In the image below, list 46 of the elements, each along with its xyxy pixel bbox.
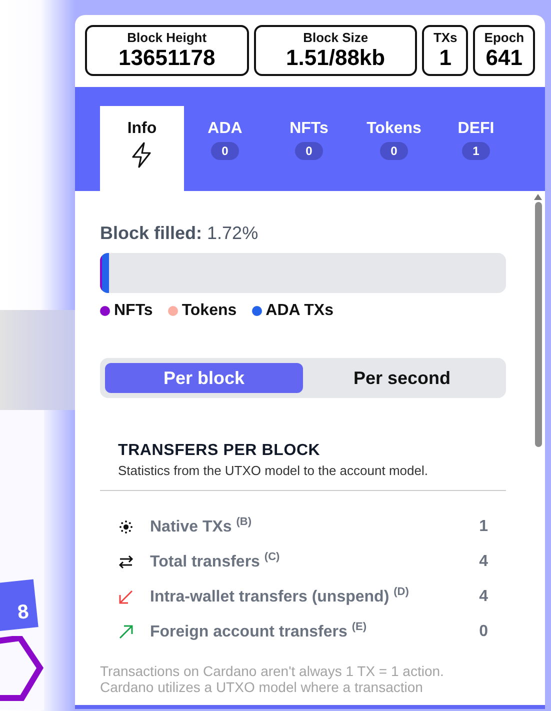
legend-label: Tokens: [182, 302, 237, 320]
tab[interactable]: NFTs 0: [266, 106, 352, 191]
stat-row-value: 4: [479, 552, 488, 570]
count-badge: 0: [210, 142, 240, 160]
stat-row-label: Foreign account transfers $^{(E)}$: [150, 621, 368, 642]
tab[interactable]: Tokens 0: [352, 106, 436, 191]
count-badge: 1: [462, 142, 490, 160]
section-title: TRANSFERS PER BLOCK: [118, 442, 322, 460]
card-text: 8: [16, 600, 30, 625]
section-subtitle: Statistics from the UTXO model to the account model.: [118, 463, 429, 478]
arrow-up-right-icon: [118, 624, 134, 640]
legend-label: ADA TXs: [266, 302, 334, 320]
stat-label: TXs: [433, 30, 458, 45]
tab-label: NFTs: [290, 120, 328, 138]
stat-row-label: Native TXs $^{(B)}$: [150, 516, 253, 537]
tab-label: ADA: [208, 120, 242, 138]
stat-value: 13651178: [118, 45, 216, 71]
stat-label: Block Height: [127, 30, 207, 45]
tab-label: Tokens: [366, 120, 422, 138]
tab[interactable]: DEFI 1: [436, 106, 516, 191]
stat-row-value: 4: [479, 588, 488, 606]
tab-label: Info: [127, 120, 157, 138]
stat-row-label: Intra-wallet transfers (unspend) $^{(D)}$: [150, 586, 410, 607]
swap-arrows-icon: [118, 554, 134, 570]
block-filled-text: Block filled: 1.72%: [100, 223, 260, 244]
count-badge: 0: [380, 142, 408, 160]
tab[interactable]: ADA 0: [184, 106, 266, 191]
stat-label: Epoch: [484, 30, 524, 45]
stat-value: 641: [486, 45, 522, 71]
stat-row-value: 1: [479, 518, 488, 536]
legend-label: NFTs: [114, 302, 153, 320]
cardano-icon: [118, 518, 134, 534]
tab-label: DEFI: [458, 120, 494, 138]
stat-value: 1: [439, 45, 452, 71]
toggle-option[interactable]: Per block: [105, 363, 303, 393]
stat-row-value: 0: [479, 622, 488, 640]
stat-value: 1.51/88kb: [286, 45, 386, 71]
arrow-down-left-icon: [118, 588, 134, 604]
stat-label: Block Size: [303, 30, 368, 45]
note-text: Transactions on Cardano aren't always 1 TX = 1 action. Cardano utilizes a UTXO model where a transaction: [100, 663, 445, 695]
toggle-option[interactable]: Per second: [303, 363, 501, 393]
scroll-up-arrow-icon[interactable]: [534, 194, 542, 200]
count-badge: 0: [294, 142, 324, 160]
tab[interactable]: Info: [100, 106, 184, 191]
scrollbar-thumb[interactable]: [534, 202, 542, 447]
stat-row-label: Total transfers $^{(C)}$: [150, 551, 281, 572]
